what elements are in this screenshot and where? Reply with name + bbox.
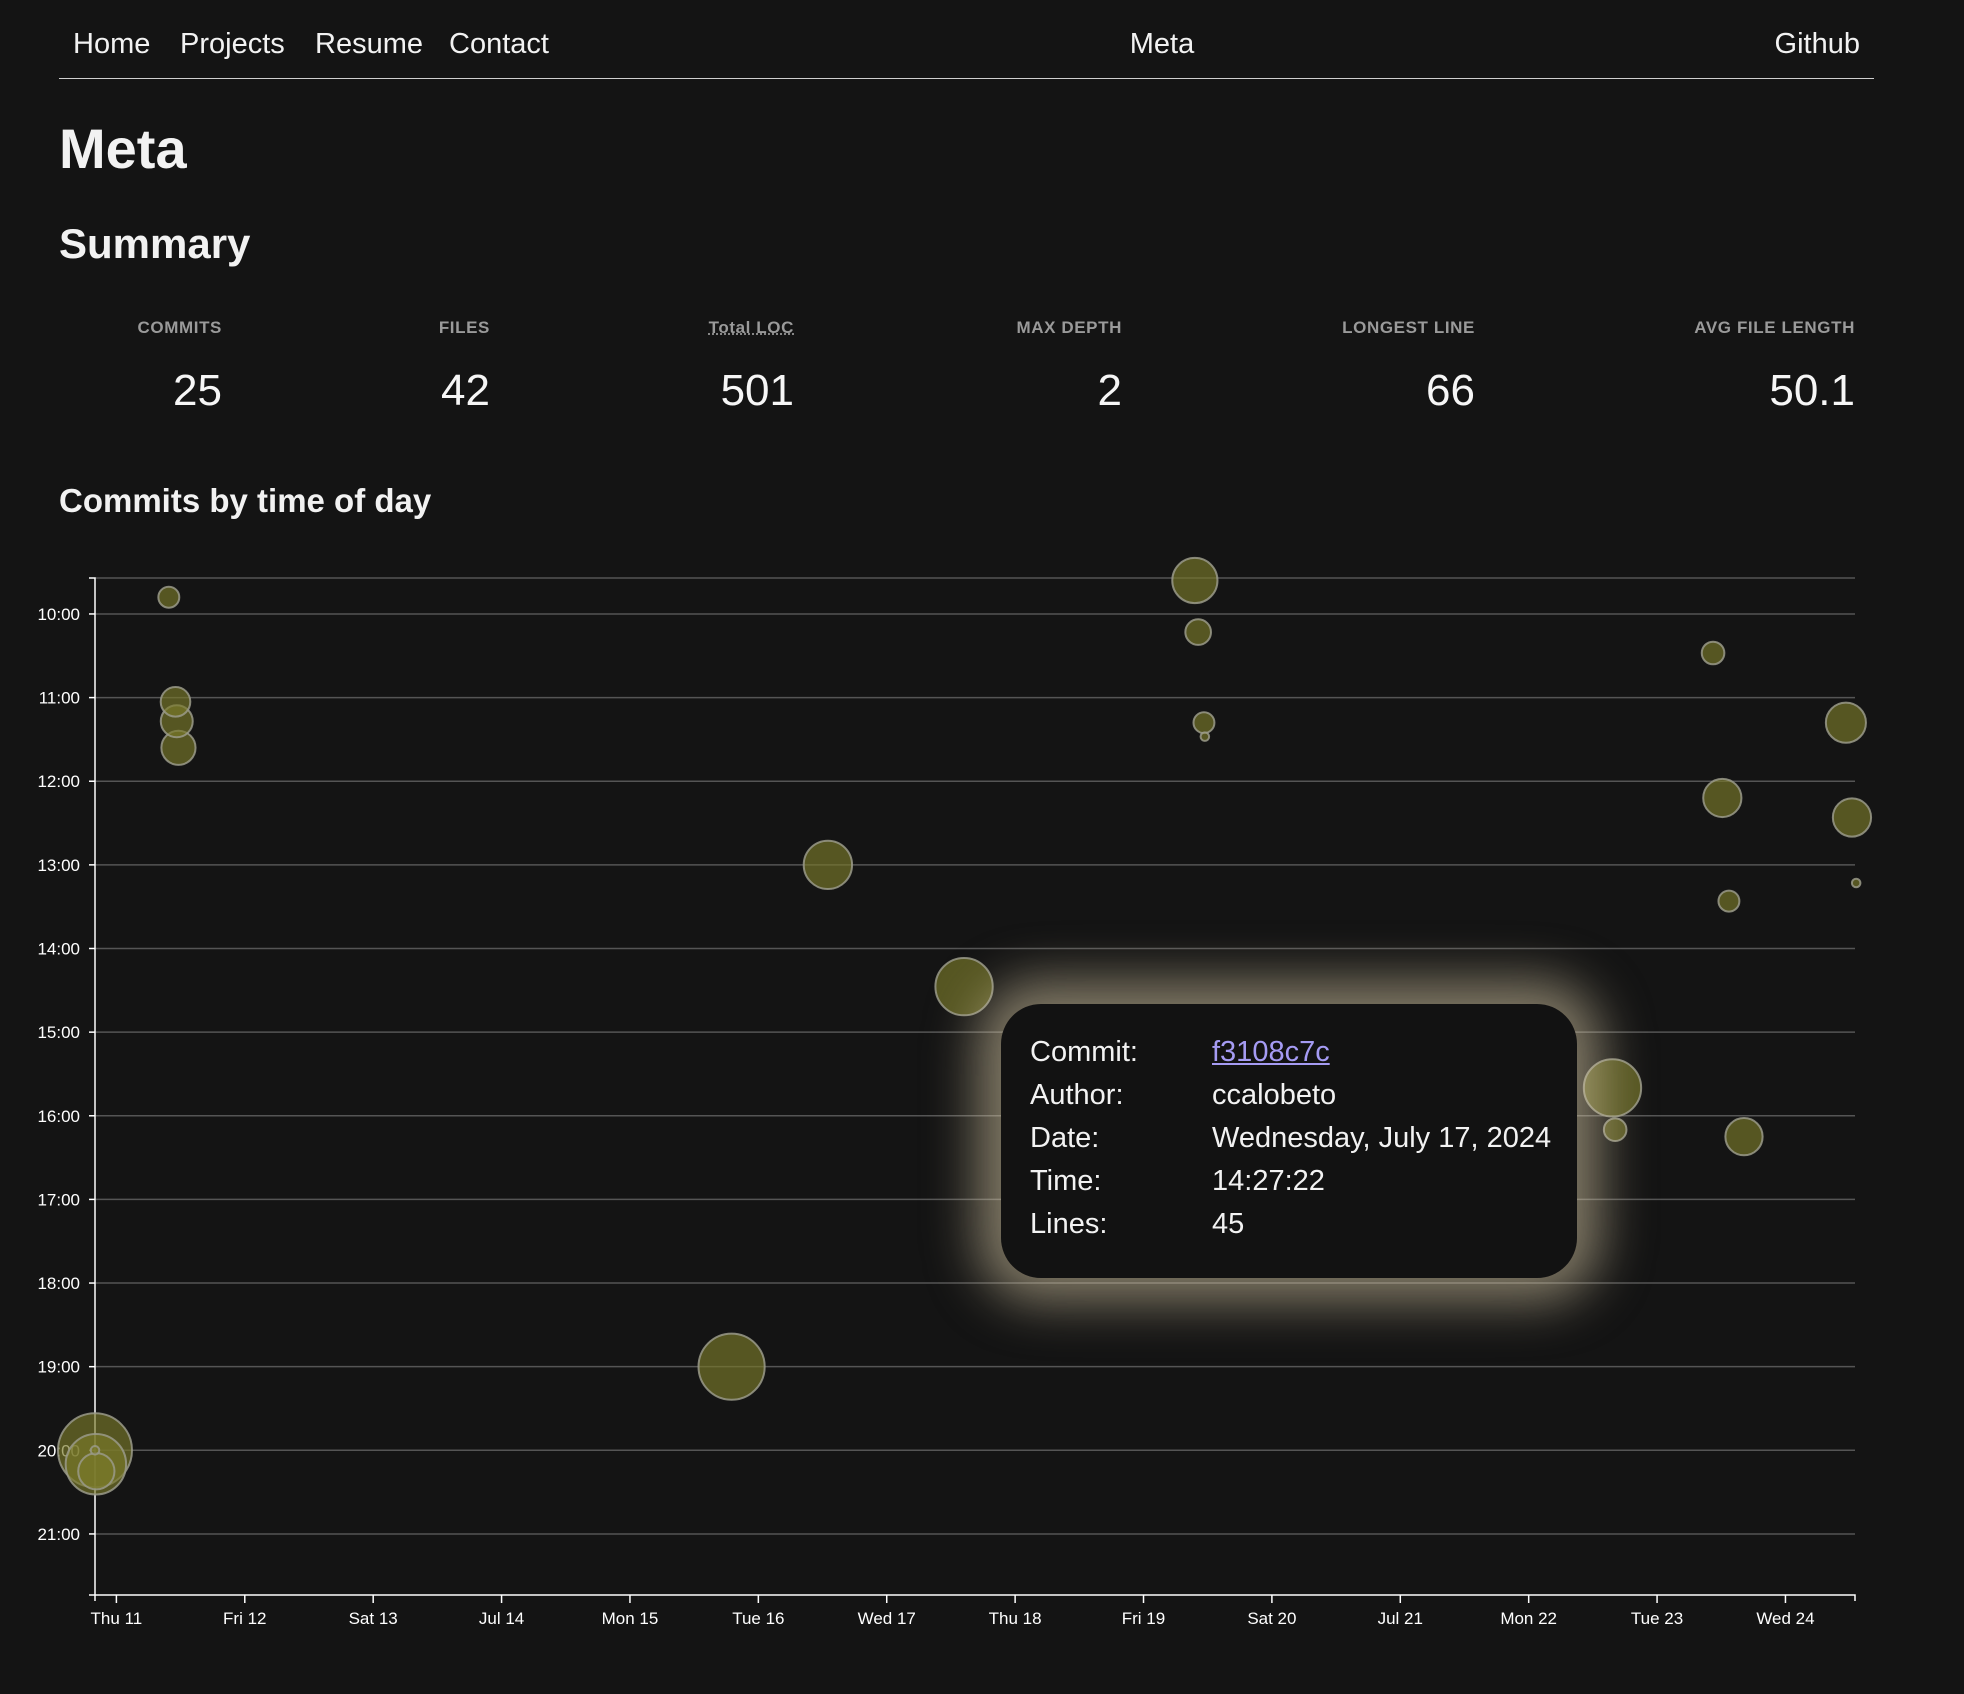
tooltip-value-time: 14:27:22 <box>1212 1165 1325 1197</box>
x-tick-label: Tue 23 <box>1631 1609 1683 1628</box>
commit-dot <box>77 1452 116 1491</box>
commit-dot <box>1192 711 1216 735</box>
commit-dot <box>1582 1058 1643 1118</box>
x-tick-label: Wed 24 <box>1756 1609 1814 1628</box>
commit-dot <box>1199 731 1211 742</box>
tooltip-key-date: Date: <box>1030 1122 1100 1154</box>
x-tick-label: Thu 11 <box>91 1609 143 1628</box>
commit-dot <box>157 585 181 609</box>
commits-scatter-chart: 10:00 11:00 12:00 13:00 14:00 15:00 16:00 17:00… <box>37 556 1873 1628</box>
tooltip-key-commit: Commit: <box>1030 1036 1138 1068</box>
x-tick-label: Jul 21 <box>1378 1609 1423 1628</box>
x-tick-label: Fri 19 <box>1122 1609 1165 1628</box>
y-tick-label: 14:00 <box>37 940 80 959</box>
y-tick-label: 11:00 <box>39 689 80 708</box>
y-tick-label: 10:00 <box>37 605 80 624</box>
y-tick-label: 19:00 <box>37 1358 80 1377</box>
commit-dot <box>1184 618 1212 646</box>
x-tick-label: Mon 22 <box>1500 1609 1557 1628</box>
tooltip-value-lines: 45 <box>1212 1208 1245 1240</box>
grid-lines <box>95 577 1855 1535</box>
y-tick-label: 18:00 <box>37 1274 80 1293</box>
commit-dot <box>1602 1117 1628 1143</box>
x-axis-line <box>94 1594 1856 1601</box>
y-tick-label: 12:00 <box>37 772 80 791</box>
tooltip-value-date: Wednesday, July 17, 2024 <box>1212 1122 1552 1154</box>
commit-dot <box>89 1445 101 1456</box>
x-tick-label: Wed 17 <box>858 1609 916 1628</box>
commit-dot <box>1700 640 1726 666</box>
commit-dot <box>1702 777 1743 819</box>
commit-dot <box>1171 556 1219 605</box>
commit-dot <box>159 685 192 718</box>
y-tick-label: 16:00 <box>37 1107 80 1126</box>
y-tick-label: 15:00 <box>37 1023 80 1042</box>
x-tick-label: Tue 16 <box>732 1609 784 1628</box>
commit-dot-highlighted <box>934 956 994 1017</box>
commit-tooltip: Commit: f3108c7c Author: ccalobeto Date:… <box>1001 1004 1577 1278</box>
tooltip-key-time: Time: <box>1030 1165 1102 1197</box>
x-tick-label: Jul 14 <box>479 1609 524 1628</box>
axes: 10:00 11:00 12:00 13:00 14:00 15:00 16:00 17:00… <box>37 577 1856 1628</box>
commit-dot <box>697 1332 766 1401</box>
tooltip-key-author: Author: <box>1030 1079 1124 1111</box>
commit-dot <box>802 839 854 891</box>
commit-dot <box>1850 877 1862 889</box>
x-tick-label: Sat 13 <box>349 1609 398 1628</box>
commit-dot <box>1717 889 1741 913</box>
y-tick-label: 21:00 <box>37 1525 80 1544</box>
commit-dot <box>1824 701 1867 744</box>
commit-dot <box>1724 1117 1764 1157</box>
x-tick-label: Sat 20 <box>1247 1609 1296 1628</box>
x-tick-label: Fri 12 <box>223 1609 266 1628</box>
tooltip-value-author: ccalobeto <box>1212 1079 1337 1111</box>
commit-dots <box>57 556 1873 1496</box>
x-tick-label: Mon 15 <box>602 1609 659 1628</box>
tooltip-commit-link[interactable]: f3108c7c <box>1212 1036 1330 1068</box>
tooltip-key-lines: Lines: <box>1030 1208 1108 1240</box>
y-tick-label: 13:00 <box>37 856 80 875</box>
y-tick-label: 17:00 <box>37 1190 80 1209</box>
x-tick-label: Thu 18 <box>989 1609 1042 1628</box>
commit-dot <box>1831 797 1873 838</box>
